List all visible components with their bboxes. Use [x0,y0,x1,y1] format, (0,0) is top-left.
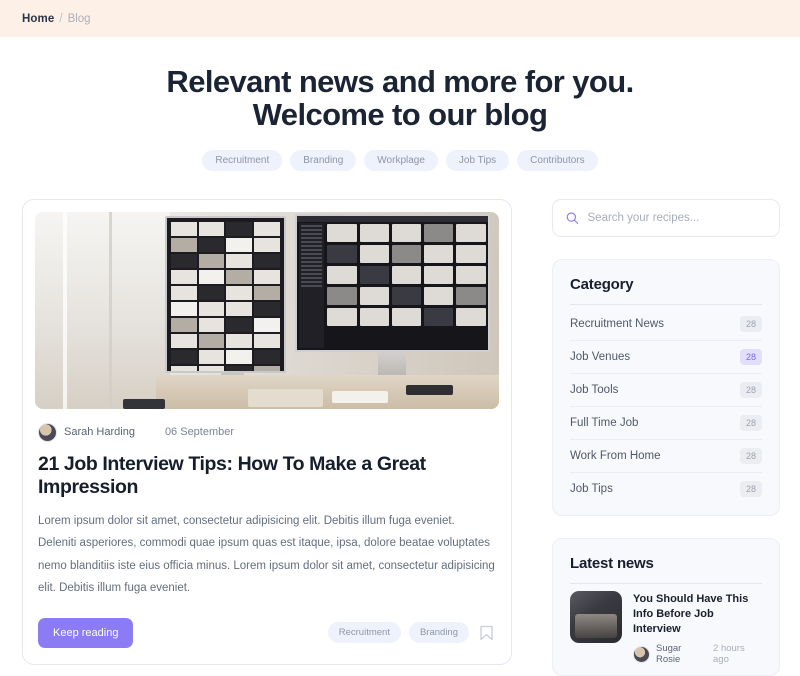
latest-news-panel-title: Latest news [570,554,654,572]
latest-news-item[interactable]: You Should Have This Info Before Job Int… [570,587,762,665]
hero-section: Relevant news and more for you. Welcome … [0,37,800,171]
hero-tag-job-tips[interactable]: Job Tips [445,149,510,171]
article-author: Sarah Harding [64,426,135,439]
photo-window [35,211,170,409]
category-item-work-from-home[interactable]: Work From Home 28 [570,440,762,473]
category-panel: Category Recruitment News 28 Job Venues … [552,258,780,516]
latest-news-time: 2 hours ago [713,643,745,666]
category-label: Full Time Job [570,416,639,429]
category-count-badge: 28 [739,480,762,497]
category-label: Work From Home [570,449,661,462]
category-label: Job Tips [570,482,613,495]
category-count-badge: 28 [739,414,762,431]
category-label: Recruitment News [570,317,664,330]
search-input[interactable] [587,211,766,224]
category-count-badge: 28 [739,315,762,332]
hero-tag-branding[interactable]: Branding [290,149,357,171]
photo-monitor-right [294,213,490,352]
hero-tag-list: Recruitment Branding Workplage Job Tips … [0,149,800,171]
category-divider [570,303,762,305]
photo-desk-keyboard [123,399,165,409]
hero-tag-workplage[interactable]: Workplage [364,149,438,171]
latest-news-thumbnail [570,590,622,643]
latest-news-body: You Should Have This Info Before Job Int… [633,591,762,665]
article-footer-tags: Recruitment Branding [327,622,496,644]
latest-news-title[interactable]: You Should Have This Info Before Job Int… [633,592,762,637]
article-date: 06 September [164,426,235,439]
article-tag-recruitment[interactable]: Recruitment [327,622,401,644]
photo-monitor-right-sidebar [298,222,324,348]
breadcrumb-separator: / [59,12,63,25]
photo-desk-paper [331,391,388,404]
bookmark-button[interactable] [477,625,496,641]
main-column: Sarah Harding 06 September 21 Job Interv… [22,198,512,676]
category-item-job-tips[interactable]: Job Tips 28 [570,473,762,505]
content-layout: Sarah Harding 06 September 21 Job Interv… [0,171,800,676]
keep-reading-button[interactable]: Keep reading [38,617,134,648]
category-item-job-venues[interactable]: Job Venues 28 [570,341,762,374]
photo-desk-notebook [248,389,323,407]
latest-news-author-avatar [633,645,650,663]
photo-desk-phone [406,385,453,396]
category-item-recruitment-news[interactable]: Recruitment News 28 [570,308,762,341]
article-tag-branding[interactable]: Branding [408,622,469,644]
page-title-line-1: Relevant news and more for you. [166,64,634,99]
article-card[interactable]: Sarah Harding 06 September 21 Job Interv… [22,198,512,665]
hero-tag-contributors[interactable]: Contributors [517,149,598,171]
search-icon [566,212,579,224]
hero-tag-recruitment[interactable]: Recruitment [202,149,283,171]
article-excerpt: Lorem ipsum dolor sit amet, consectetur … [38,514,495,595]
category-label: Job Tools [570,383,619,396]
photo-monitor-right-content [327,223,486,348]
photo-monitor-right-menubar [296,215,488,222]
latest-news-panel: Latest news You Should Have This Info Be… [552,537,780,676]
category-count-badge: 28 [739,447,762,464]
latest-news-author: Sugar Rosie [656,643,682,666]
article-meta: Sarah Harding 06 September [35,409,499,442]
sidebar: Category Recruitment News 28 Job Venues … [552,198,780,676]
article-title[interactable]: 21 Job Interview Tips: How To Make a Gre… [35,442,499,499]
category-count-badge: 28 [739,381,762,398]
latest-news-divider [570,582,762,584]
breadcrumb-home-link[interactable]: Home [22,13,54,25]
bookmark-icon [480,625,493,640]
breadcrumb: Home / Blog [0,0,800,37]
category-count-badge: 28 [739,348,762,365]
author-avatar [38,422,57,442]
category-label: Job Venues [570,350,631,363]
search-box[interactable] [552,198,780,237]
page-title: Relevant news and more for you. Welcome … [0,65,800,132]
page-title-line-2: Welcome to our blog [252,97,548,133]
photo-monitor-left-content [170,221,280,372]
category-item-full-time-job[interactable]: Full Time Job 28 [570,407,762,440]
breadcrumb-current: Blog [67,12,91,25]
category-item-job-tools[interactable]: Job Tools 28 [570,374,762,407]
article-card-footer: Keep reading Recruitment Branding [35,600,499,664]
category-panel-title: Category [570,275,634,293]
article-hero-image [35,211,499,409]
photo-monitor-left [164,215,286,374]
latest-news-meta: Sugar Rosie 2 hours ago [633,643,762,665]
